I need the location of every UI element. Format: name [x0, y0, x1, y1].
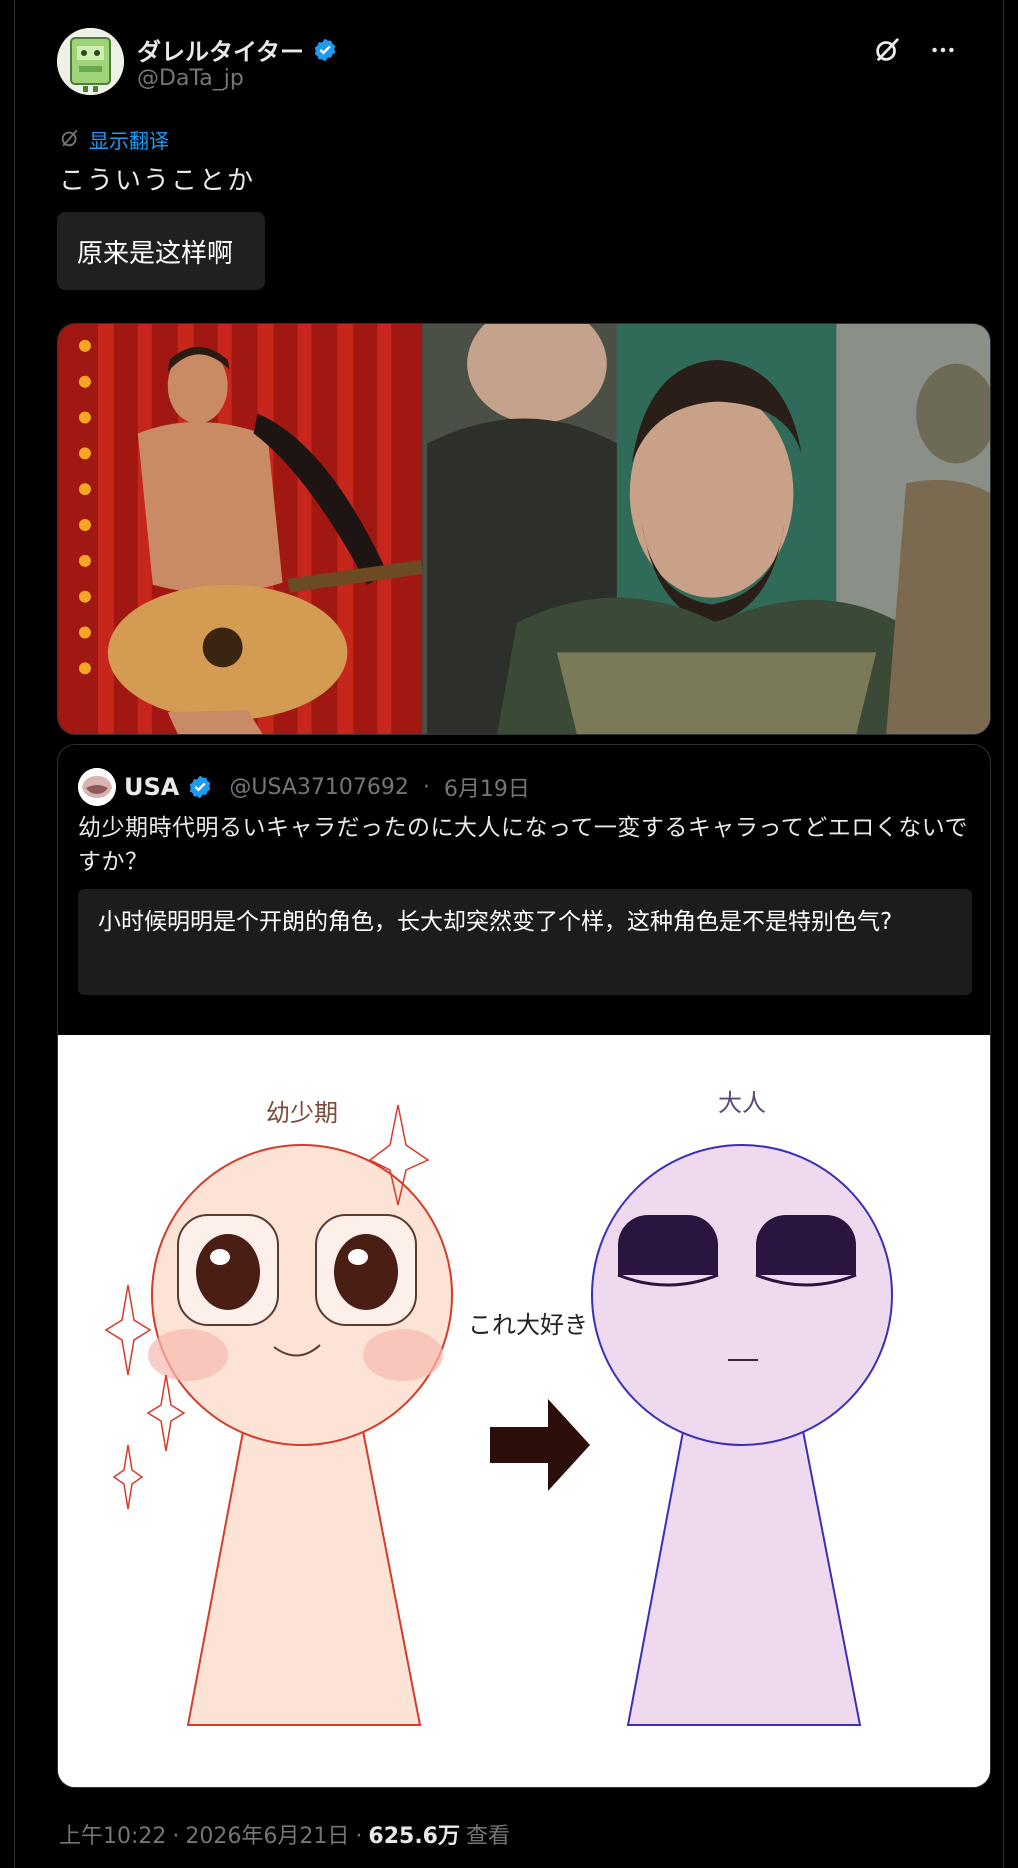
- quoted-author-avatar[interactable]: [78, 768, 116, 806]
- tweet-translation: 原来是这样啊: [57, 212, 265, 290]
- author-display-name[interactable]: ダレルタイター: [137, 32, 304, 67]
- quoted-separator: ·: [422, 774, 430, 800]
- label-child: 幼少期: [266, 1099, 338, 1127]
- quoted-text: 幼少期時代明るいキャラだったのに大人になって一変するキャラってどエロくないですか…: [78, 815, 969, 875]
- author-avatar[interactable]: [57, 28, 124, 95]
- more-options-icon[interactable]: [925, 32, 961, 68]
- translate-row[interactable]: 显示翻译: [59, 125, 169, 154]
- tweet-photo[interactable]: [57, 323, 991, 735]
- meta-separator: ·: [355, 1824, 363, 1849]
- verified-badge-icon: [312, 37, 338, 63]
- post-time[interactable]: 上午10:22: [59, 1818, 166, 1850]
- meta-separator: ·: [172, 1824, 180, 1849]
- grok-icon[interactable]: [869, 32, 905, 68]
- view-count-label: 查看: [465, 1824, 510, 1849]
- label-love: これ大好き: [468, 1311, 588, 1339]
- tweet-header: ダレルタイター @DaTa_jp: [57, 28, 961, 98]
- quoted-author-handle[interactable]: @USA37107692: [229, 775, 409, 800]
- tweet-detail: ダレルタイター @DaTa_jp 显示翻译 こういうことか 原来是这样啊 USA…: [14, 0, 1004, 1868]
- post-date[interactable]: 2026年6月21日: [185, 1818, 349, 1850]
- quoted-translation: 小时候明明是个开朗的角色，长大却突然变了个样，这种角色是不是特别色气?: [78, 889, 972, 995]
- quoted-illustration[interactable]: 幼少期 これ大好き 大人: [58, 1035, 990, 1787]
- quoted-author-name[interactable]: USA: [124, 773, 179, 801]
- view-count: 625.6万: [368, 1824, 460, 1849]
- verified-badge-icon: [187, 774, 213, 800]
- quoted-tweet[interactable]: USA @USA37107692 · 6月19日 幼少期時代明るいキャラだったの…: [57, 744, 991, 1788]
- show-translation-link[interactable]: 显示翻译: [89, 125, 169, 154]
- author-handle[interactable]: @DaTa_jp: [137, 66, 244, 91]
- tweet-meta: 上午10:22 · 2026年6月21日 · 625.6万 查看: [59, 1818, 510, 1850]
- tweet-text: こういうことか: [59, 166, 256, 196]
- quoted-date: 6月19日: [443, 777, 530, 802]
- label-adult: 大人: [718, 1089, 766, 1117]
- translate-icon: [59, 127, 81, 153]
